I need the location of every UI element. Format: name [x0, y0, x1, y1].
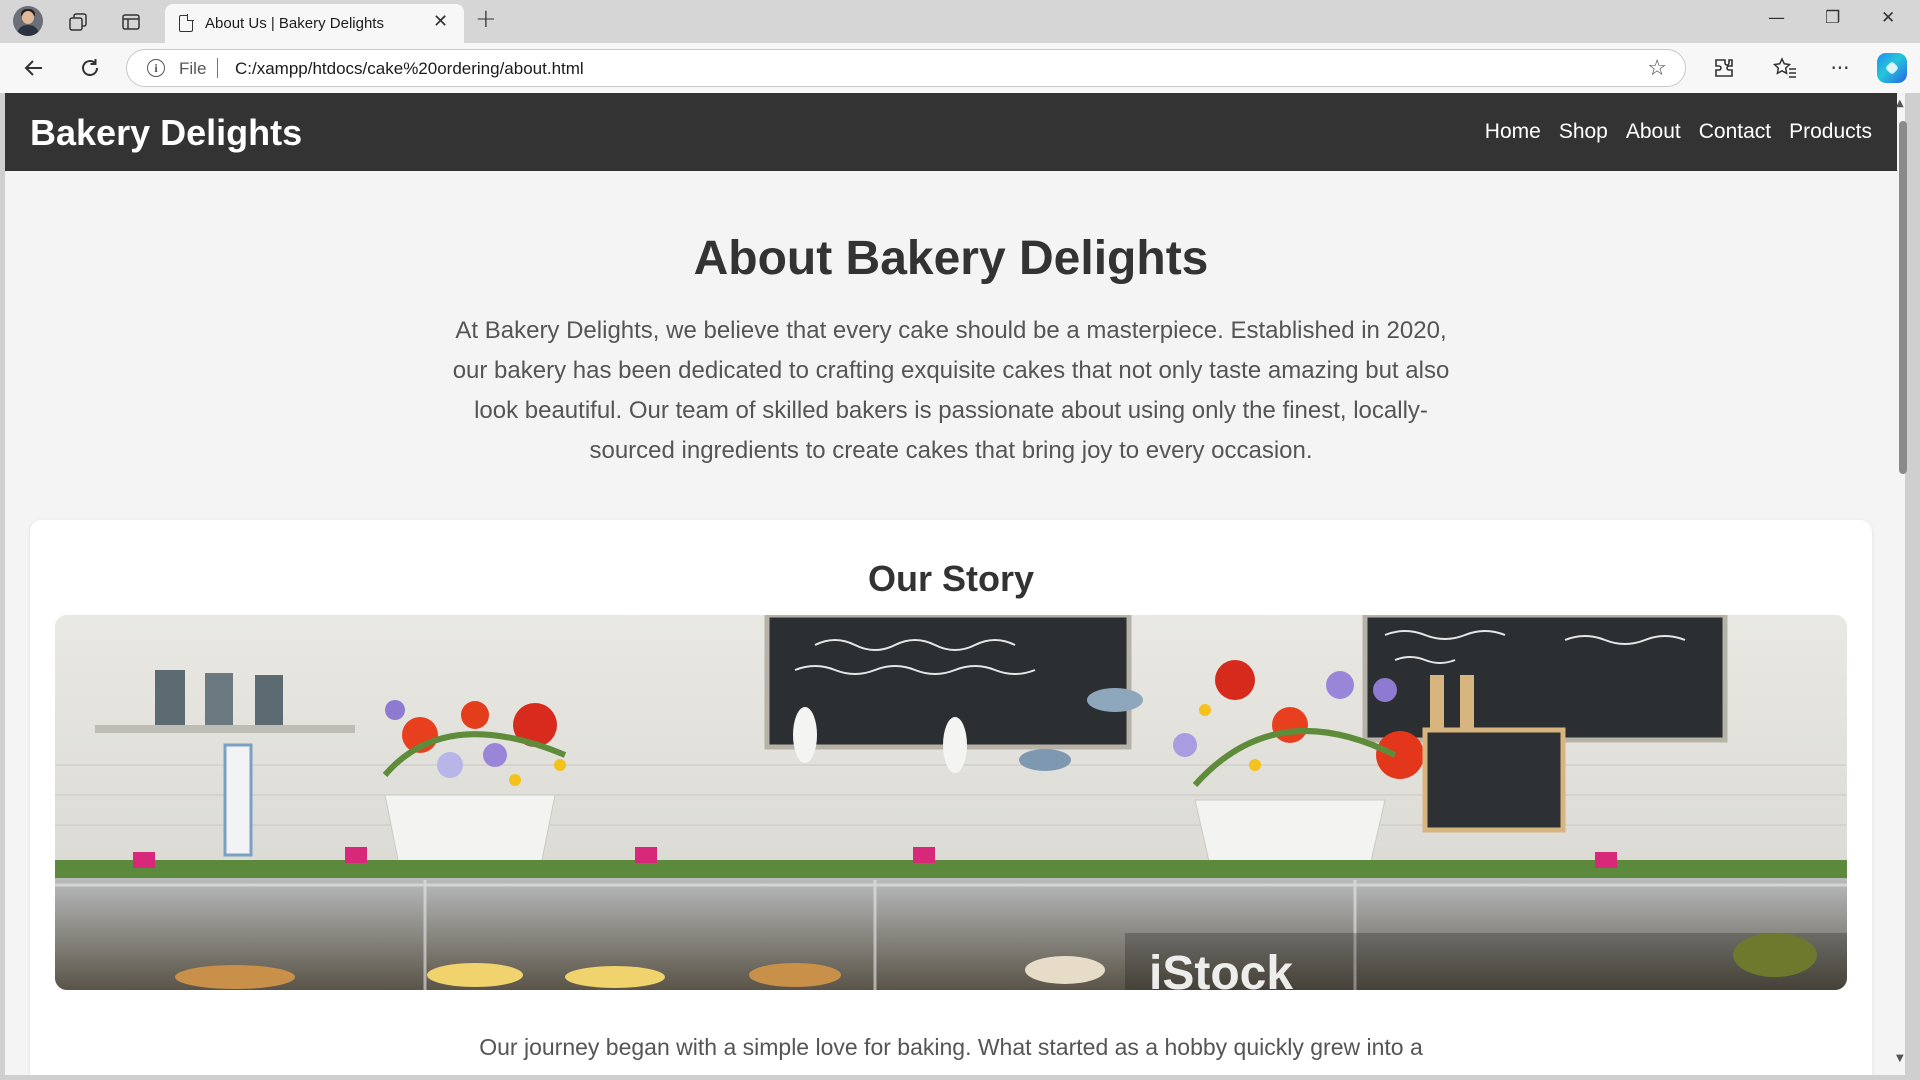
story-text: Our journey began with a simple love for…: [479, 1034, 1423, 1060]
page-icon: [179, 14, 194, 32]
restore-icon[interactable]: ❐: [1825, 8, 1840, 28]
scroll-up-arrow-icon[interactable]: ▲: [1896, 98, 1904, 109]
info-icon[interactable]: i: [147, 59, 165, 77]
photo-watermark: iStock: [1149, 947, 1293, 990]
vertical-tabs-icon[interactable]: [115, 6, 147, 38]
favorites-icon[interactable]: [1768, 52, 1802, 84]
about-intro: At Bakery Delights, we believe that ever…: [452, 317, 1450, 464]
active-tab[interactable]: About Us | Bakery Delights ✕: [165, 4, 464, 43]
close-icon[interactable]: ✕: [433, 11, 448, 32]
refresh-icon[interactable]: [74, 52, 106, 84]
nav-about[interactable]: About: [1626, 120, 1681, 144]
nav-home[interactable]: Home: [1485, 120, 1541, 144]
nav-contact[interactable]: Contact: [1699, 120, 1771, 144]
back-arrow-icon[interactable]: [18, 52, 50, 84]
scroll-down-arrow-icon[interactable]: ▼: [1896, 1053, 1904, 1064]
star-icon[interactable]: ☆: [1647, 56, 1667, 81]
minimize-icon[interactable]: —: [1768, 8, 1785, 28]
close-window-icon[interactable]: ✕: [1881, 8, 1895, 28]
nav-shop[interactable]: Shop: [1559, 120, 1608, 144]
bakery-counter-photo: iStock: [55, 615, 1847, 990]
address-scheme: File: [179, 59, 207, 78]
nav-products[interactable]: Products: [1789, 120, 1872, 144]
page-viewport: Bakery Delights Home Shop About Contact …: [5, 93, 1905, 1075]
story-title: Our Story: [867, 558, 1035, 599]
story-card: Our Story iStock Our journey began with …: [30, 520, 1872, 1075]
address-url[interactable]: C:/xampp/htdocs/cake%20ordering/about.ht…: [235, 59, 584, 79]
tab-strip: About Us | Bakery Delights ✕ + — ❐ ✕: [0, 0, 1920, 43]
extensions-icon[interactable]: [1707, 52, 1741, 84]
address-divider: [217, 58, 218, 78]
address-bar[interactable]: i File C:/xampp/htdocs/cake%20ordering/a…: [126, 49, 1686, 87]
workspaces-icon[interactable]: [62, 6, 94, 38]
profile-avatar[interactable]: [13, 6, 43, 36]
site-logo[interactable]: Bakery Delights: [30, 112, 302, 154]
more-icon[interactable]: ···: [1823, 52, 1857, 84]
scrollbar-thumb[interactable]: [1899, 121, 1907, 474]
site-header: Bakery Delights Home Shop About Contact …: [5, 93, 1897, 171]
site-nav: Home Shop About Contact Products: [1485, 120, 1872, 144]
plus-icon[interactable]: +: [475, 4, 497, 34]
page-title: About Bakery Delights: [693, 232, 1209, 285]
browser-toolbar: i File C:/xampp/htdocs/cake%20ordering/a…: [0, 43, 1920, 93]
copilot-icon[interactable]: [1877, 53, 1907, 83]
tab-title: About Us | Bakery Delights: [205, 15, 384, 32]
